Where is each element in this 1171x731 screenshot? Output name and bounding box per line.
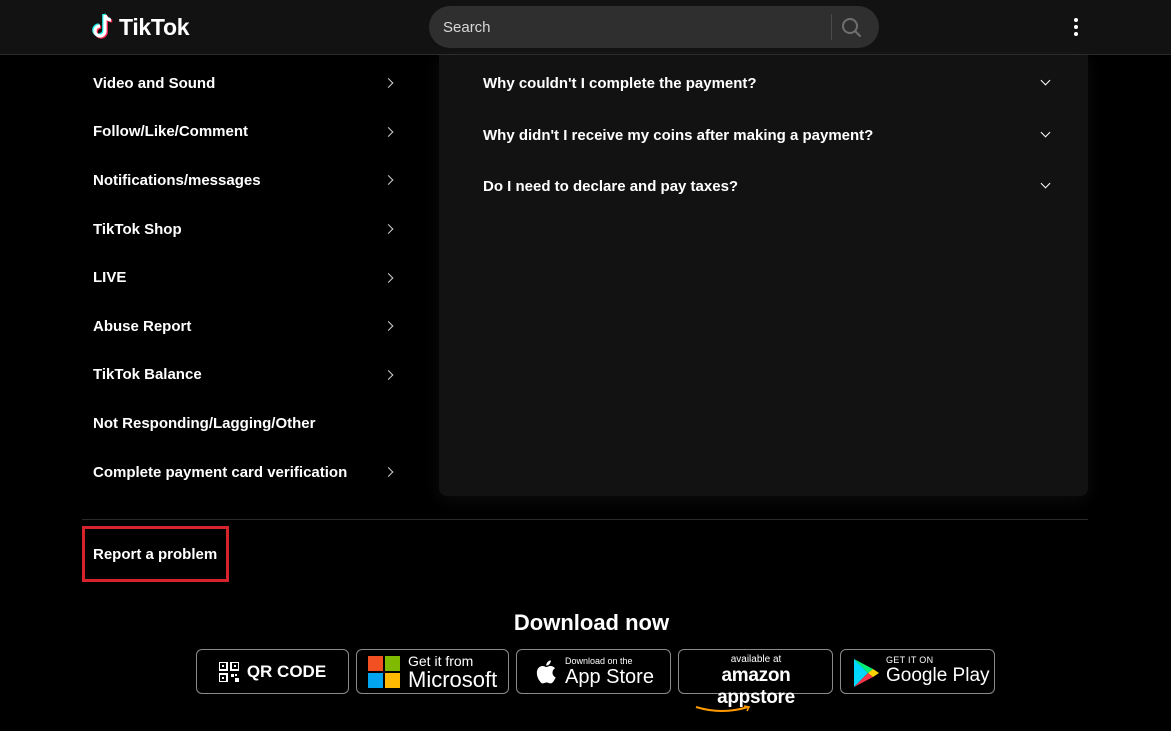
sidebar-item-follow-like-comment[interactable]: Follow/Like/Comment xyxy=(93,108,399,157)
chevron-right-icon xyxy=(383,467,394,477)
search-icon[interactable] xyxy=(839,15,865,39)
sidebar-item-video-and-sound[interactable]: Video and Sound xyxy=(93,59,399,108)
tiktok-note-icon xyxy=(92,13,113,39)
sidebar-item-label: TikTok Shop xyxy=(93,220,182,238)
search-bar xyxy=(429,6,879,48)
microsoft-badge-big: Microsoft xyxy=(408,667,498,692)
faq-panel: Why couldn't I complete the payment? Why… xyxy=(439,55,1088,496)
sidebar-item-abuse-report[interactable]: Abuse Report xyxy=(93,302,399,351)
app-store-badge-small: Download on the xyxy=(565,656,633,666)
download-badges: QR CODE Get it from Microsoft Download o… xyxy=(196,649,995,712)
sidebar-item-tiktok-shop[interactable]: TikTok Shop xyxy=(93,205,399,254)
download-title: Download now xyxy=(513,610,670,635)
sidebar-item-live[interactable]: LIVE xyxy=(93,253,399,302)
chevron-right-icon xyxy=(383,369,394,380)
chevron-right-icon xyxy=(383,126,394,137)
faq-item[interactable]: Why didn't I receive my coins after maki… xyxy=(483,120,1053,150)
chevron-right-icon xyxy=(383,78,394,89)
apple-logo-icon xyxy=(536,660,556,684)
sidebar-item-not-responding[interactable]: Not Responding/Lagging/Other xyxy=(93,399,399,448)
faq-item[interactable]: Why couldn't I complete the payment? xyxy=(483,68,1053,98)
section-divider xyxy=(82,519,1088,520)
chevron-right-icon xyxy=(383,224,394,235)
qr-code-icon xyxy=(218,661,239,682)
faq-question: Why didn't I receive my coins after maki… xyxy=(483,126,874,144)
google-play-badge-small: GET IT ON xyxy=(886,655,934,665)
sidebar-item-tiktok-balance[interactable]: TikTok Balance xyxy=(93,351,399,400)
chevron-down-icon xyxy=(1040,75,1051,86)
sidebar-item-label: LIVE xyxy=(93,269,127,287)
google-play-icon xyxy=(854,659,879,687)
chevron-down-icon xyxy=(1040,178,1051,189)
amazon-badge-small: available at xyxy=(730,654,782,665)
google-play-badge[interactable]: GET IT ON Google Play xyxy=(840,649,995,694)
sidebar-item-label: Complete payment card verification xyxy=(93,463,348,481)
sidebar-item-label: Notifications/messages xyxy=(93,171,261,189)
tiktok-logo[interactable]: TikTok xyxy=(92,13,190,41)
search-divider xyxy=(831,14,832,40)
app-store-badge[interactable]: Download on the App Store xyxy=(516,649,671,694)
google-play-badge-big: Google Play xyxy=(886,665,990,686)
amazon-badge-big: amazon appstore xyxy=(717,665,795,708)
logo-text: TikTok xyxy=(119,13,190,40)
sidebar-item-notifications[interactable]: Notifications/messages xyxy=(93,156,399,205)
sidebar-item-label: Abuse Report xyxy=(93,317,192,335)
sidebar-item-label: TikTok Balance xyxy=(93,366,202,384)
faq-question: Do I need to declare and pay taxes? xyxy=(483,177,739,195)
report-a-problem-link[interactable]: Report a problem xyxy=(82,526,229,582)
qr-code-label: QR CODE xyxy=(246,661,327,681)
sidebar-item-label: Follow/Like/Comment xyxy=(93,123,249,141)
chevron-right-icon xyxy=(383,272,394,283)
sidebar-item-payment-card-verification[interactable]: Complete payment card verification xyxy=(93,448,399,497)
top-header: TikTok xyxy=(0,0,1171,55)
faq-question: Why couldn't I complete the payment? xyxy=(483,74,757,92)
app-store-badge-big: App Store xyxy=(565,666,654,688)
microsoft-store-badge[interactable]: Get it from Microsoft xyxy=(356,649,509,694)
microsoft-logo-icon xyxy=(368,656,400,688)
amazon-appstore-badge[interactable]: available at amazon appstore xyxy=(678,649,833,712)
qr-code-button[interactable]: QR CODE xyxy=(196,649,349,694)
more-menu-icon[interactable] xyxy=(1064,15,1088,39)
faq-item[interactable]: Do I need to declare and pay taxes? xyxy=(483,171,1053,201)
chevron-right-icon xyxy=(383,175,394,186)
sidebar-item-label: Video and Sound xyxy=(93,74,216,92)
sidebar-item-label: Not Responding/Lagging/Other xyxy=(93,414,316,432)
search-input[interactable] xyxy=(443,6,823,48)
report-a-problem-label: Report a problem xyxy=(93,545,218,563)
chevron-right-icon xyxy=(383,321,394,332)
chevron-down-icon xyxy=(1040,127,1051,138)
help-sidebar: Video and Sound Follow/Like/Comment Noti… xyxy=(93,59,399,496)
